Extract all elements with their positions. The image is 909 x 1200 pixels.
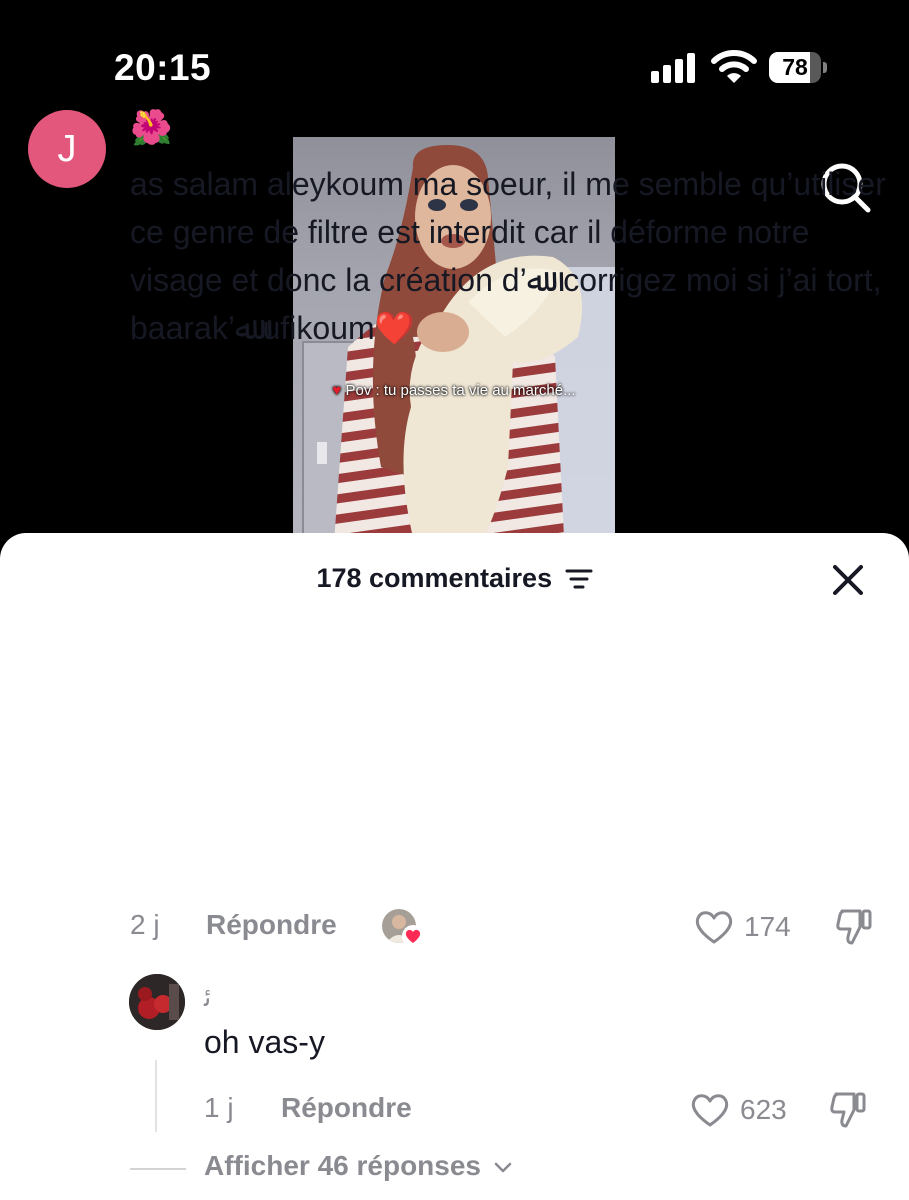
close-icon[interactable] [830, 562, 866, 598]
like-count: 623 [740, 1094, 787, 1125]
status-time: 20:15 [114, 47, 212, 88]
avatar[interactable]: J [28, 110, 106, 188]
comment-actions: 2 j Répondre 174 [0, 909, 909, 949]
reply-button[interactable]: Répondre [206, 909, 337, 941]
reply-actions: 1 j Répondre 623 [0, 1092, 909, 1132]
reply-date: 1 j [204, 1092, 234, 1123]
heart-icon[interactable] [690, 1092, 730, 1128]
view-replies-button[interactable]: Afficher 46 réponses [204, 1150, 513, 1182]
comments-header: 178 commentaires [0, 563, 909, 599]
comments-count: 178 commentaires [316, 563, 553, 593]
avatar-image [129, 974, 185, 1030]
reply-avatar[interactable] [129, 974, 185, 1030]
comment-username[interactable]: 🌺 [130, 108, 172, 148]
comment-text: as salam aleykoum ma soeur, il me semble… [130, 166, 886, 346]
avatar-initial: J [57, 128, 77, 170]
caption-emoji: ♥ [332, 382, 342, 399]
dislike-icon[interactable] [828, 1090, 868, 1130]
heart-icon[interactable] [694, 909, 734, 945]
reply-text: oh vas-y [204, 1024, 325, 1060]
caption-text: Pov : tu passes ta vie au marché... [345, 382, 576, 399]
signal-icon [651, 53, 697, 83]
status-bar: 20:15 78 [0, 0, 909, 110]
like-count: 174 [744, 911, 791, 942]
battery-percent: 78 [782, 54, 808, 80]
wifi-icon [711, 50, 757, 83]
creator-liked-badge [380, 909, 426, 949]
battery-icon: 78 [769, 52, 827, 83]
reply-button[interactable]: Répondre [281, 1092, 412, 1124]
view-replies-label: Afficher 46 réponses [204, 1150, 481, 1181]
reply-username[interactable]: ﺋ [204, 982, 211, 1013]
comment-date: 2 j [130, 909, 160, 940]
chevron-down-icon [494, 1162, 512, 1172]
heart-icon [402, 925, 424, 947]
video-caption: ♥ Pov : tu passes ta vie au marché... [293, 382, 615, 400]
filter-icon[interactable] [565, 568, 593, 590]
dislike-icon[interactable] [834, 907, 874, 947]
view-replies-divider [130, 1168, 186, 1170]
